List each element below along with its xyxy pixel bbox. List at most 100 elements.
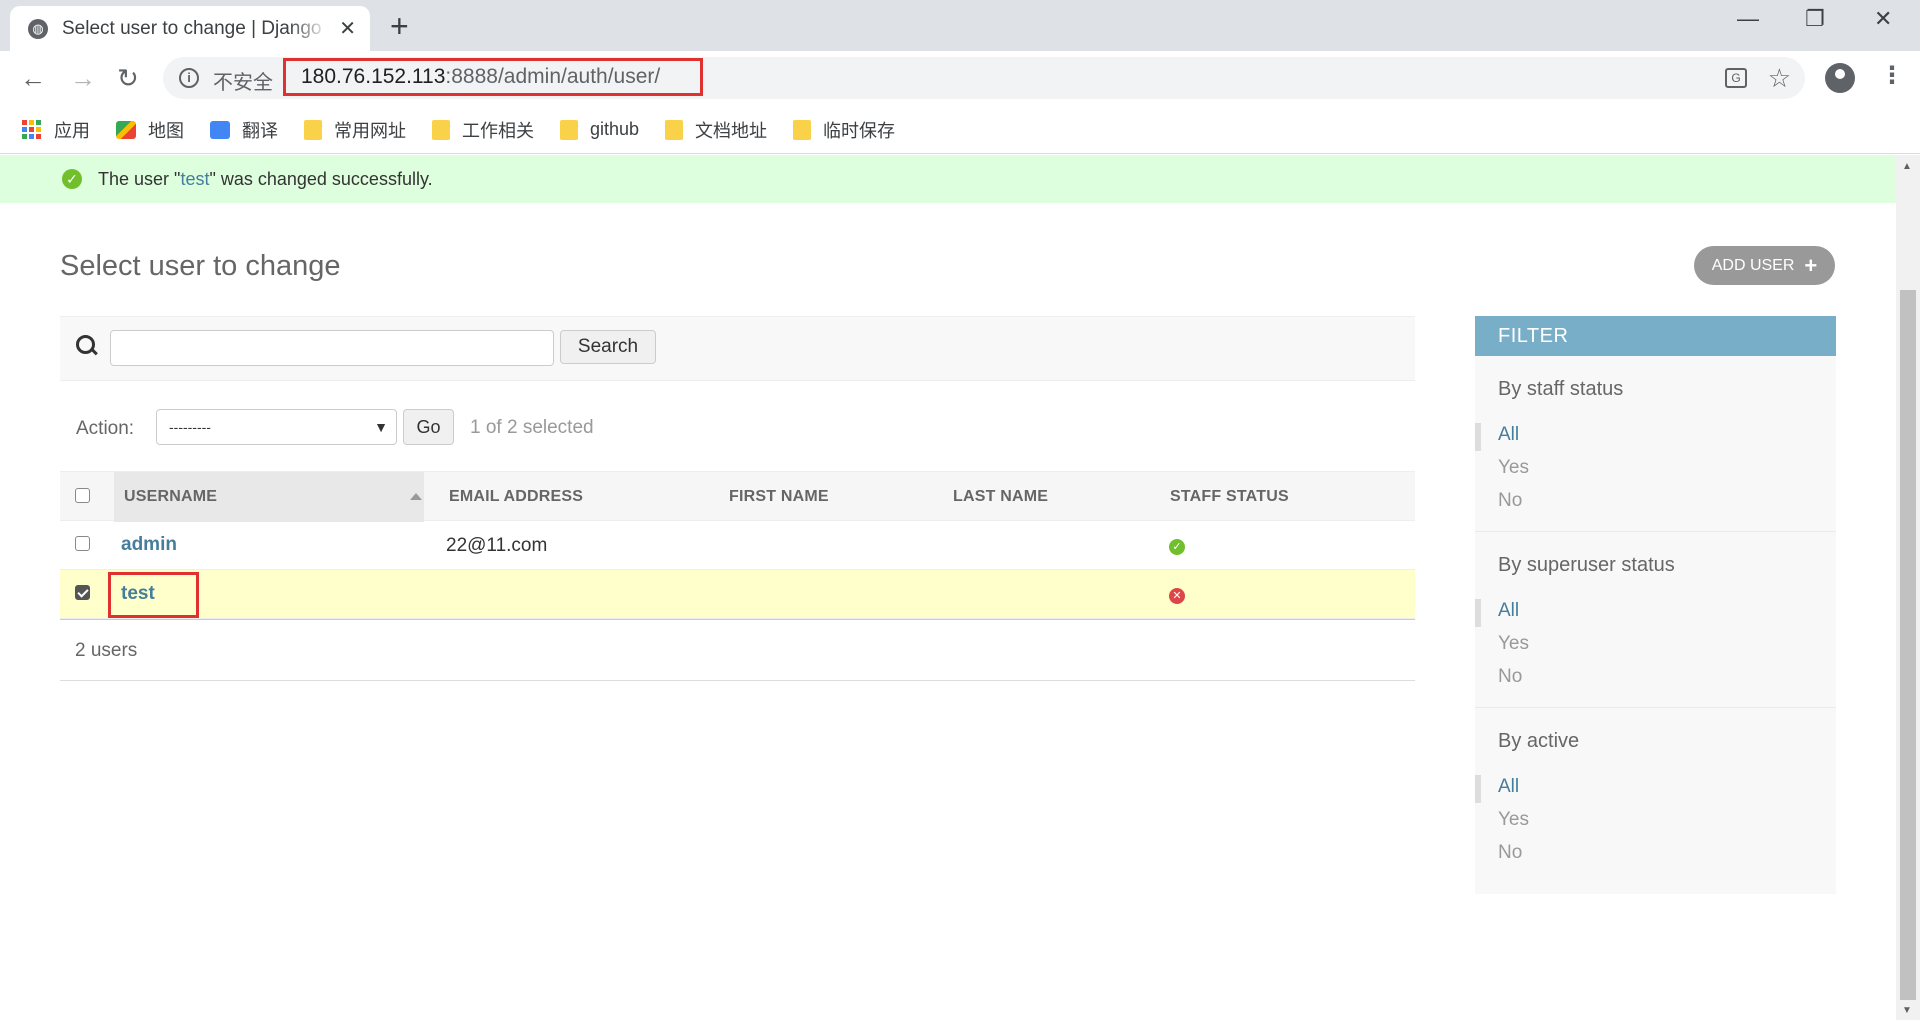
search-bar: Search <box>60 316 1415 381</box>
search-button[interactable]: Search <box>560 330 656 364</box>
filter-option-all[interactable]: All <box>1498 600 1519 622</box>
filter-option-all[interactable]: All <box>1498 424 1519 446</box>
bookmarks-bar: 应用 地图 翻译 常用网址 工作相关 github 文档地址 临时保存 <box>0 106 1920 154</box>
dropdown-arrow-icon: ▼ <box>374 419 388 435</box>
filter-selected-marker <box>1475 599 1481 627</box>
bookmark-label: 工作相关 <box>462 120 534 141</box>
actions-bar: Action: --------- ▼ Go 1 of 2 selected <box>60 381 1415 476</box>
add-user-button[interactable]: ADD USER + <box>1694 246 1835 285</box>
new-tab-button[interactable]: + <box>390 8 409 44</box>
table-header: USERNAME EMAIL ADDRESS FIRST NAME LAST N… <box>60 471 1415 522</box>
forward-icon[interactable]: → <box>70 63 96 93</box>
bookmark-translate[interactable]: 翻译 <box>210 117 278 143</box>
action-select[interactable]: --------- ▼ <box>156 409 397 445</box>
selection-counter: 1 of 2 selected <box>470 417 594 438</box>
filter-option-yes[interactable]: Yes <box>1498 809 1529 831</box>
filter-option-no[interactable]: No <box>1498 666 1522 688</box>
search-icon <box>76 335 96 355</box>
url-host: 180.76.152.113 <box>301 65 446 88</box>
bookmark-label: 地图 <box>148 120 184 141</box>
bookmark-label: 应用 <box>54 120 90 141</box>
staff-status-yes-icon: ✓ <box>1169 539 1185 555</box>
bookmark-star-icon[interactable]: ☆ <box>1768 63 1791 94</box>
filter-group-title: By active <box>1498 730 1580 752</box>
row-checkbox[interactable] <box>75 585 90 600</box>
message-suffix: " was changed successfully. <box>209 168 433 189</box>
message-username-link[interactable]: test <box>180 169 209 190</box>
folder-icon <box>665 119 684 140</box>
bookmark-maps[interactable]: 地图 <box>116 117 184 143</box>
search-input[interactable] <box>110 330 554 366</box>
bookmark-label: github <box>590 119 640 139</box>
globe-icon: ◍ <box>28 18 48 39</box>
bookmark-label: 临时保存 <box>823 120 896 141</box>
reload-icon[interactable]: ↻ <box>117 63 139 93</box>
filter-selected-marker <box>1475 423 1481 451</box>
scroll-down-arrow-icon[interactable]: ▼ <box>1902 1005 1912 1016</box>
bookmark-label: 常用网址 <box>334 120 406 141</box>
filter-group-title: By staff status <box>1498 378 1624 400</box>
translate-page-icon[interactable]: G <box>1725 68 1747 88</box>
page-scrollbar[interactable]: ▲ ▼ <box>1896 155 1920 1020</box>
filter-title: FILTER <box>1475 316 1836 356</box>
filter-group-title: By superuser status <box>1498 554 1675 576</box>
staff-status-no-icon: ✕ <box>1169 588 1185 604</box>
filter-option-no[interactable]: No <box>1498 490 1522 512</box>
sort-ascending-icon[interactable] <box>410 493 422 500</box>
bookmark-apps[interactable]: 应用 <box>22 117 90 143</box>
bookmark-label: 翻译 <box>242 120 278 141</box>
column-header-first-name[interactable]: FIRST NAME <box>729 488 829 506</box>
table-row: admin 22@11.com ✓ <box>60 521 1415 570</box>
scrollbar-thumb[interactable] <box>1900 290 1916 1000</box>
folder-icon <box>304 119 322 140</box>
folder-icon <box>432 119 450 140</box>
back-icon[interactable]: ← <box>20 63 46 93</box>
action-label: Action: <box>76 418 135 439</box>
column-header-staff-status[interactable]: STAFF STATUS <box>1170 488 1289 506</box>
filter-option-yes[interactable]: Yes <box>1498 633 1529 655</box>
maximize-icon[interactable]: ❐ <box>1805 6 1825 32</box>
username-link[interactable]: test <box>121 583 155 605</box>
go-button[interactable]: Go <box>403 409 454 445</box>
url-text[interactable]: 180.76.152.113:8888/admin/auth/user/ <box>283 58 703 96</box>
minimize-icon[interactable]: — <box>1737 6 1759 32</box>
browser-tab-bar: ◍ Select user to change | Django site ad… <box>0 0 1920 51</box>
maps-icon <box>116 120 136 139</box>
select-all-checkbox[interactable] <box>75 488 90 503</box>
bookmark-folder[interactable]: 文档地址 <box>665 117 767 143</box>
filter-selected-marker <box>1475 775 1481 803</box>
menu-kebab-icon[interactable]: ⋮ <box>1880 61 1904 90</box>
scroll-up-arrow-icon[interactable]: ▲ <box>1902 161 1912 172</box>
filter-panel: FILTER By staff status All Yes No By sup… <box>1475 316 1836 894</box>
filter-option-yes[interactable]: Yes <box>1498 457 1529 479</box>
address-bar[interactable]: i 不安全 180.76.152.113:8888/admin/auth/use… <box>163 57 1805 99</box>
table-row-selected: test ✕ <box>60 570 1415 619</box>
results-table: USERNAME EMAIL ADDRESS FIRST NAME LAST N… <box>60 471 1415 681</box>
bookmark-folder[interactable]: github <box>560 119 639 140</box>
tab-title: Select user to change | Django site admi… <box>62 17 329 39</box>
bookmark-folder[interactable]: 临时保存 <box>793 117 895 143</box>
info-icon[interactable]: i <box>179 68 199 88</box>
translate-icon <box>210 120 230 139</box>
url-path: :8888/admin/auth/user/ <box>445 65 661 88</box>
filter-option-all[interactable]: All <box>1498 776 1519 798</box>
profile-avatar-icon[interactable] <box>1825 63 1855 93</box>
result-count-text: 2 users <box>75 640 138 661</box>
column-header-last-name[interactable]: LAST NAME <box>953 488 1048 506</box>
result-count: 2 users <box>60 619 1415 681</box>
bookmark-label: 文档地址 <box>695 120 768 141</box>
tab-close-icon[interactable]: ✕ <box>339 16 356 41</box>
message-prefix: The user " <box>98 168 181 189</box>
success-message: ✓ The user " test " was changed successful… <box>0 155 1896 203</box>
bookmark-folder[interactable]: 工作相关 <box>432 117 534 143</box>
window-close-icon[interactable]: ✕ <box>1874 6 1892 32</box>
page-title: Select user to change <box>60 250 341 282</box>
security-label[interactable]: 不安全 <box>213 66 273 95</box>
bookmark-folder[interactable]: 常用网址 <box>304 117 406 143</box>
column-header-email[interactable]: EMAIL ADDRESS <box>449 488 583 506</box>
column-header-username[interactable]: USERNAME <box>124 488 217 506</box>
username-link[interactable]: admin <box>121 534 177 556</box>
filter-option-no[interactable]: No <box>1498 842 1522 864</box>
row-checkbox[interactable] <box>75 536 90 551</box>
browser-tab[interactable]: ◍ Select user to change | Django site ad… <box>10 6 370 51</box>
